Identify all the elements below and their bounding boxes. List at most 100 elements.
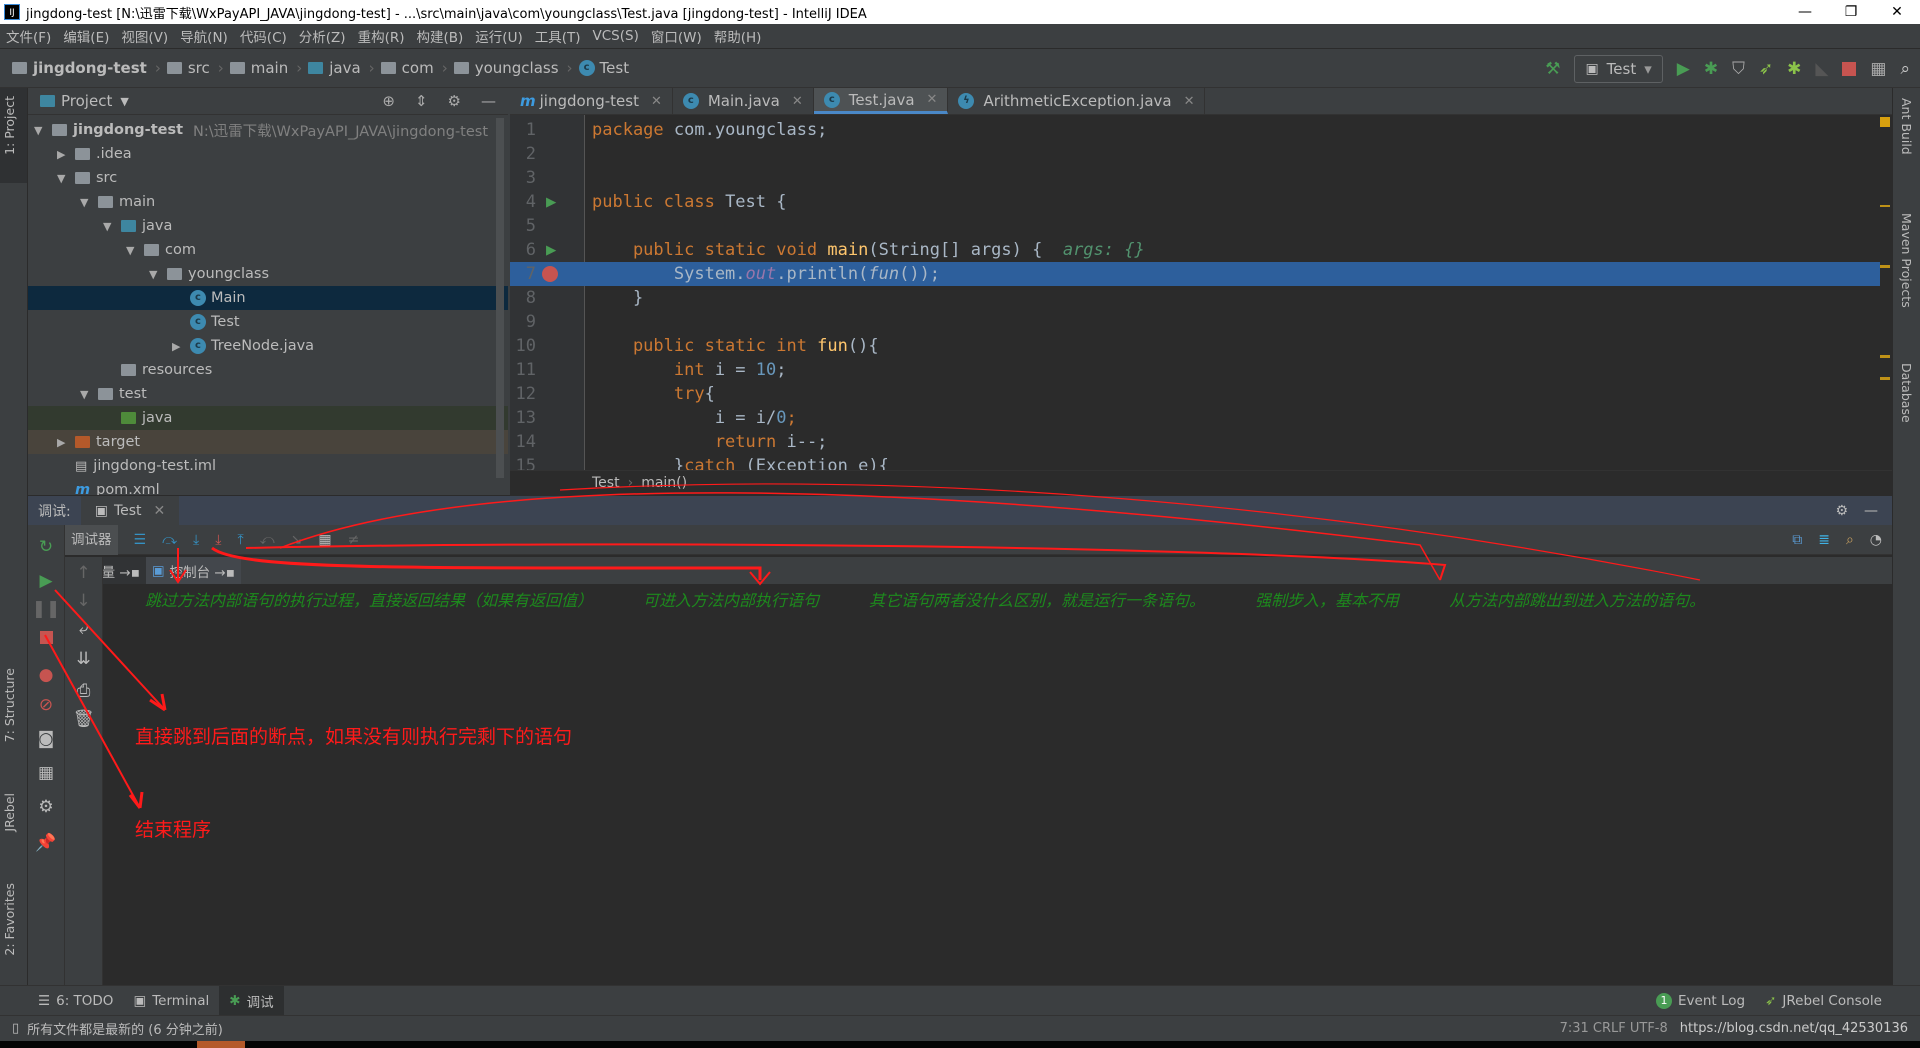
run-gutter-icon[interactable]: ▶ bbox=[546, 238, 556, 262]
menu-edit[interactable]: 编辑(E) bbox=[57, 26, 115, 46]
event-log-button[interactable]: 1 Event Log bbox=[1646, 986, 1755, 1016]
run-icon[interactable]: ▶ bbox=[1677, 60, 1690, 78]
tab-test-java[interactable]: c Test.java ✕ bbox=[813, 88, 949, 114]
console-output[interactable]: 跳过方法内部语句的执行过程，直接返回结果（如果有返回值） 可进入方法内部执行语句 其… bbox=[103, 587, 1884, 985]
tree-item-src[interactable]: ▼ src bbox=[28, 166, 508, 190]
tree-item-youngclass[interactable]: ▼ youngclass bbox=[28, 262, 508, 286]
hide-icon[interactable]: — bbox=[1864, 503, 1878, 519]
menu-vcs[interactable]: VCS(S) bbox=[587, 28, 645, 44]
tree-item-resources[interactable]: resources bbox=[28, 358, 508, 382]
print-icon[interactable]: ⎙ bbox=[65, 681, 102, 701]
menu-window[interactable]: 窗口(W) bbox=[645, 26, 708, 46]
tab-jingdong-test[interactable]: m jingdong-test ✕ bbox=[510, 88, 673, 114]
debugger-tab[interactable]: 调试器 bbox=[65, 524, 118, 555]
build-hammer-icon[interactable]: ⚒ bbox=[1545, 60, 1560, 78]
close-tab-icon[interactable]: ✕ bbox=[792, 94, 803, 109]
jrebel-console-button[interactable]: ➶ JRebel Console bbox=[1755, 986, 1892, 1016]
jrebel-debug-icon[interactable]: ✱ bbox=[1787, 60, 1801, 78]
stop-icon[interactable] bbox=[1842, 62, 1857, 76]
close-tab-icon[interactable]: ✕ bbox=[651, 94, 662, 109]
crumb-class[interactable]: Test bbox=[592, 475, 620, 491]
tree-root[interactable]: ▼ jingdong-test N:\迅雷下载\WxPayAPI_JAVA\jing… bbox=[28, 118, 508, 142]
close-tab-icon[interactable]: ✕ bbox=[1184, 94, 1195, 109]
threads-icon[interactable]: ≣ bbox=[1818, 532, 1830, 548]
crumb-method[interactable]: main() bbox=[641, 475, 687, 491]
jrebel-tool-tab[interactable]: JRebel bbox=[2, 793, 17, 832]
menu-code[interactable]: 代码(C) bbox=[234, 26, 293, 46]
step-over-icon[interactable]: ⤼ bbox=[162, 532, 177, 548]
pin-icon[interactable]: 📌 bbox=[28, 833, 64, 853]
run-gutter-icon[interactable]: ▶ bbox=[546, 190, 556, 214]
tree-item-test[interactable]: ▼ test bbox=[28, 382, 508, 406]
menu-tools[interactable]: 工具(T) bbox=[529, 26, 587, 46]
tree-item-com[interactable]: ▼ com bbox=[28, 238, 508, 262]
camera-icon[interactable]: ◙ bbox=[28, 729, 64, 749]
tree-item-test-java[interactable]: java bbox=[28, 406, 508, 430]
close-tab-icon[interactable]: ✕ bbox=[927, 92, 938, 107]
locate-icon[interactable]: ⊕ bbox=[382, 92, 395, 110]
memory-icon[interactable]: ⌕ bbox=[1846, 532, 1854, 548]
crumb-youngclass[interactable]: youngclass › bbox=[453, 59, 573, 77]
scroll-to-end-icon[interactable]: ⇊ bbox=[65, 649, 102, 669]
ant-build-tab[interactable]: Ant Build bbox=[1899, 98, 1914, 155]
tab-arithmetic-exception[interactable]: ϟ ArithmeticException.java ✕ bbox=[948, 88, 1206, 114]
tab-console[interactable]: ▣ 控制台 →▪ bbox=[145, 557, 241, 584]
restore-layout-icon[interactable]: ⧉ bbox=[1792, 532, 1802, 548]
view-breakpoints-icon[interactable]: ● bbox=[28, 665, 64, 685]
crumb-test[interactable]: c Test bbox=[578, 59, 629, 77]
tree-item-target[interactable]: ▶ target bbox=[28, 430, 508, 454]
soft-wrap-icon[interactable]: ⤶ bbox=[65, 619, 102, 639]
stop-icon[interactable] bbox=[28, 629, 64, 649]
favorites-tool-tab[interactable]: 2: Favorites bbox=[2, 883, 17, 956]
tree-item-java[interactable]: ▼ java bbox=[28, 214, 508, 238]
menu-navigate[interactable]: 导航(N) bbox=[174, 26, 234, 46]
crumb-java[interactable]: java › bbox=[308, 59, 375, 77]
chevron-down-icon[interactable]: ▼ bbox=[120, 95, 128, 108]
tree-item-main[interactable]: ▼ main bbox=[28, 190, 508, 214]
code-area[interactable]: 1 package com.youngclass; 2 3 4 ▶ public cl… bbox=[510, 115, 1880, 470]
menu-view[interactable]: 视图(V) bbox=[115, 26, 174, 46]
mute-breakpoints-icon[interactable]: ⊘ bbox=[28, 695, 64, 715]
rerun-icon[interactable]: ↻ bbox=[28, 537, 64, 557]
crumb-main[interactable]: main › bbox=[229, 59, 302, 77]
show-execution-point-icon[interactable]: ☰ bbox=[134, 532, 147, 548]
tree-item-test-class[interactable]: c Test bbox=[28, 310, 508, 334]
jrebel-run-icon[interactable]: ➶ bbox=[1759, 60, 1773, 78]
performance-icon[interactable]: ◔ bbox=[1870, 532, 1882, 548]
debug-bug-icon[interactable]: ✱ bbox=[1704, 60, 1718, 78]
crumb-project[interactable]: jingdong-test › bbox=[12, 59, 161, 77]
todo-tool-button[interactable]: ☰ 6: TODO bbox=[28, 986, 123, 1016]
project-structure-icon[interactable]: ▦ bbox=[1870, 60, 1886, 78]
structure-tool-tab[interactable]: 7: Structure bbox=[2, 668, 17, 742]
terminal-tool-button[interactable]: ▣ Terminal bbox=[123, 986, 219, 1016]
settings-icon[interactable]: ⚙ bbox=[28, 797, 64, 817]
force-step-into-icon[interactable]: ⤓ bbox=[215, 532, 221, 548]
status-position[interactable]: 7:31 CRLF UTF-8 bbox=[1560, 1021, 1668, 1036]
crumb-com[interactable]: com › bbox=[380, 59, 448, 77]
collapse-all-icon[interactable]: ⇕ bbox=[415, 92, 428, 110]
clear-icon[interactable]: 🗑 bbox=[65, 709, 102, 729]
database-tab[interactable]: Database bbox=[1899, 363, 1914, 423]
gear-icon[interactable]: ⚙ bbox=[1835, 503, 1848, 519]
tree-item-iml[interactable]: ▤ jingdong-test.iml bbox=[28, 454, 508, 478]
coverage-icon[interactable]: ⛉ bbox=[1732, 60, 1745, 78]
menu-build[interactable]: 构建(B) bbox=[411, 26, 470, 46]
tree-item-treenode[interactable]: ▶ c TreeNode.java bbox=[28, 334, 508, 358]
evaluate-expression-icon[interactable]: ▦ bbox=[318, 532, 331, 548]
menu-analyze[interactable]: 分析(Z) bbox=[293, 26, 352, 46]
debug-tool-button[interactable]: ✱ 调试 bbox=[219, 985, 284, 1016]
crumb-src[interactable]: src › bbox=[166, 59, 224, 77]
debug-session-tab[interactable]: ▣ Test ✕ bbox=[80, 495, 180, 526]
menu-refactor[interactable]: 重构(R) bbox=[352, 26, 411, 46]
gear-icon[interactable]: ⚙ bbox=[448, 92, 461, 110]
hide-icon[interactable]: — bbox=[481, 92, 496, 110]
maven-projects-tab[interactable]: Maven Projects bbox=[1899, 213, 1914, 308]
tab-main-java[interactable]: c Main.java ✕ bbox=[673, 88, 814, 114]
scrollbar[interactable] bbox=[496, 118, 504, 478]
breakpoint-icon[interactable] bbox=[542, 266, 558, 282]
menu-file[interactable]: 文件(F) bbox=[0, 26, 57, 46]
search-icon[interactable]: ⌕ bbox=[1900, 60, 1910, 78]
menu-help[interactable]: 帮助(H) bbox=[708, 26, 768, 46]
project-view-select[interactable]: Project bbox=[61, 92, 112, 110]
step-into-icon[interactable]: ⤓ bbox=[193, 532, 199, 548]
